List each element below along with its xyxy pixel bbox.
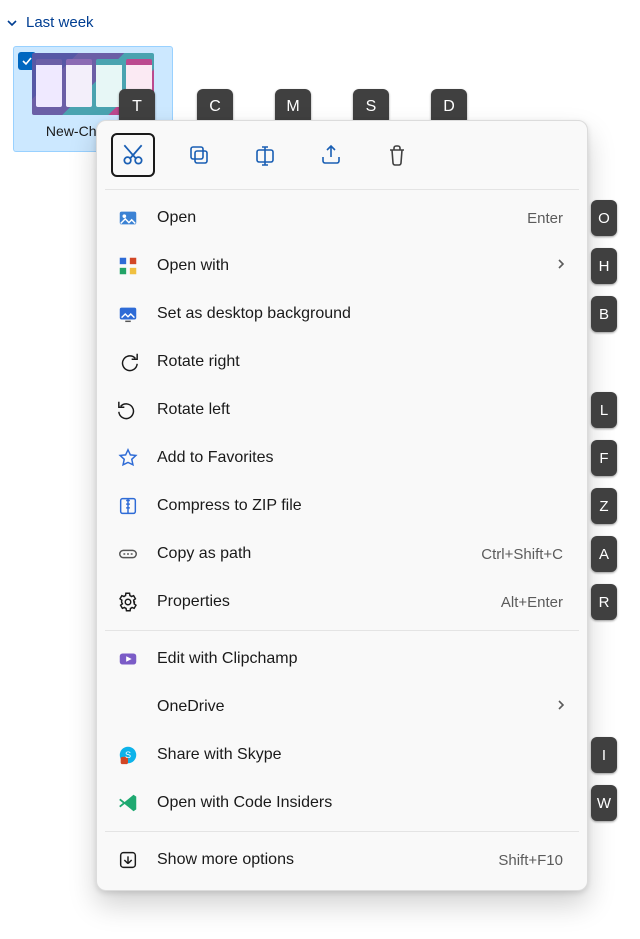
menu-item-label: Add to Favorites <box>157 449 567 467</box>
menu-item-label: Open <box>157 209 511 227</box>
key-hint: L <box>591 392 617 428</box>
menu-item-label: Copy as path <box>157 545 465 563</box>
menu-item-show-more-options[interactable]: Show more options Shift+F10 <box>97 836 587 884</box>
menu-item-accelerator: Enter <box>527 210 563 227</box>
group-label: Last week <box>26 14 94 31</box>
menu-item-accelerator: Alt+Enter <box>501 594 563 611</box>
key-hint: R <box>591 584 617 620</box>
picture-frame-icon <box>115 301 141 327</box>
cut-button[interactable] <box>111 133 155 177</box>
menu-item-onedrive[interactable]: OneDrive <box>97 683 587 731</box>
menu-item-edit-with-clipchamp[interactable]: Edit with Clipchamp <box>97 635 587 683</box>
skype-icon: S <box>115 742 141 768</box>
menu-item-open[interactable]: OpenEnterO <box>97 194 587 242</box>
menu-item-label: Open with Code Insiders <box>157 794 567 812</box>
context-action-row <box>97 127 587 185</box>
menu-item-accelerator: Ctrl+Shift+C <box>481 546 563 563</box>
properties-icon <box>115 589 141 615</box>
separator <box>105 189 579 190</box>
star-icon <box>115 445 141 471</box>
image-icon <box>115 205 141 231</box>
chevron-down-icon <box>6 17 18 29</box>
menu-item-label: OneDrive <box>157 698 539 716</box>
context-menu: OpenEnterOOpen withHSet as desktop backg… <box>96 120 588 891</box>
copy-path-icon <box>115 541 141 567</box>
open-with-icon <box>115 253 141 279</box>
group-header[interactable]: Last week <box>0 0 640 41</box>
menu-item-share-with-skype[interactable]: SShare with SkypeI <box>97 731 587 779</box>
key-hint: H <box>591 248 617 284</box>
separator <box>105 630 579 631</box>
key-hint: W <box>591 785 617 821</box>
menu-item-label: Rotate left <box>157 401 567 419</box>
separator <box>105 831 579 832</box>
menu-item-label: Edit with Clipchamp <box>157 650 567 668</box>
menu-item-add-to-favorites[interactable]: Add to FavoritesF <box>97 434 587 482</box>
menu-item-rotate-right[interactable]: Rotate right <box>97 338 587 386</box>
menu-item-rotate-left[interactable]: Rotate leftL <box>97 386 587 434</box>
rotate-right-icon <box>115 349 141 375</box>
key-hint: B <box>591 296 617 332</box>
menu-item-label: Show more options <box>157 851 482 869</box>
key-hint: O <box>591 200 617 236</box>
menu-item-label: Rotate right <box>157 353 567 371</box>
menu-item-label: Share with Skype <box>157 746 567 764</box>
menu-item-accelerator: Shift+F10 <box>498 852 563 869</box>
key-hint: I <box>591 737 617 773</box>
menu-item-compress-to-zip-file[interactable]: Compress to ZIP fileZ <box>97 482 587 530</box>
vscode-icon <box>115 790 141 816</box>
clipchamp-icon <box>115 646 141 672</box>
menu-item-label: Compress to ZIP file <box>157 497 567 515</box>
menu-item-open-with-code-insiders[interactable]: Open with Code InsidersW <box>97 779 587 827</box>
menu-item-properties[interactable]: PropertiesAlt+EnterR <box>97 578 587 626</box>
menu-item-label: Set as desktop background <box>157 305 567 323</box>
menu-item-copy-as-path[interactable]: Copy as pathCtrl+Shift+CA <box>97 530 587 578</box>
rotate-left-icon <box>115 397 141 423</box>
rename-button[interactable] <box>243 133 287 177</box>
key-hint: Z <box>591 488 617 524</box>
menu-item-open-with[interactable]: Open withH <box>97 242 587 290</box>
menu-item-set-as-desktop-background[interactable]: Set as desktop backgroundB <box>97 290 587 338</box>
svg-text:S: S <box>125 750 131 760</box>
blank-icon <box>115 694 141 720</box>
copy-button[interactable] <box>177 133 221 177</box>
chevron-right-icon <box>555 257 567 275</box>
zip-icon <box>115 493 141 519</box>
key-hint: A <box>591 536 617 572</box>
menu-item-label: Properties <box>157 593 485 611</box>
share-button[interactable] <box>309 133 353 177</box>
key-hint: F <box>591 440 617 476</box>
delete-button[interactable] <box>375 133 419 177</box>
more-icon <box>115 847 141 873</box>
menu-item-label: Open with <box>157 257 539 275</box>
chevron-right-icon <box>555 698 567 716</box>
